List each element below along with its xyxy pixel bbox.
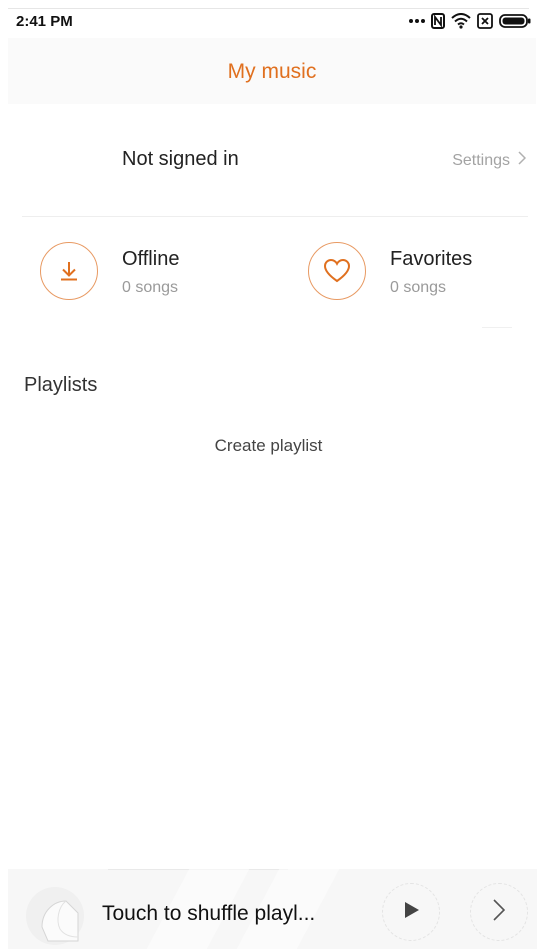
album-art-icon[interactable] bbox=[26, 887, 84, 945]
offline-count: 0 songs bbox=[122, 279, 179, 296]
offline-shortcut[interactable]: Offline 0 songs bbox=[40, 240, 270, 304]
create-playlist-button[interactable]: Create playlist bbox=[0, 436, 537, 456]
my-music-screen: 2:41 PM My music Not signed in Settings … bbox=[0, 0, 537, 949]
settings-link[interactable]: Settings bbox=[452, 151, 527, 170]
no-sim-icon bbox=[477, 13, 493, 29]
favorites-count: 0 songs bbox=[390, 279, 447, 296]
divider bbox=[22, 216, 528, 217]
status-bar: 2:41 PM bbox=[0, 0, 537, 32]
status-icons bbox=[409, 11, 531, 31]
settings-label: Settings bbox=[452, 151, 510, 169]
heart-icon bbox=[308, 242, 366, 300]
now-playing-text[interactable]: Touch to shuffle playl... bbox=[102, 902, 315, 926]
nfc-icon bbox=[431, 13, 445, 29]
status-time: 2:41 PM bbox=[16, 13, 73, 30]
app-header: My music bbox=[8, 38, 536, 104]
next-button[interactable] bbox=[470, 883, 528, 941]
play-button[interactable] bbox=[382, 883, 440, 941]
divider bbox=[482, 327, 512, 328]
chevron-right-icon bbox=[518, 151, 527, 170]
account-row[interactable]: Not signed in Settings bbox=[22, 120, 528, 216]
battery-icon bbox=[499, 13, 531, 29]
favorites-shortcut[interactable]: Favorites 0 songs bbox=[308, 240, 528, 304]
offline-title: Offline bbox=[122, 248, 180, 270]
favorites-title: Favorites bbox=[390, 248, 473, 270]
play-icon bbox=[401, 900, 421, 925]
playlists-heading: Playlists bbox=[24, 374, 98, 396]
more-dots-icon bbox=[409, 18, 425, 24]
wifi-icon bbox=[451, 13, 471, 29]
chevron-right-icon bbox=[493, 898, 506, 926]
mini-player[interactable]: Touch to shuffle playl... bbox=[8, 869, 537, 949]
download-icon bbox=[40, 242, 98, 300]
account-status[interactable]: Not signed in bbox=[122, 148, 239, 171]
status-divider bbox=[8, 8, 529, 9]
page-title: My music bbox=[227, 60, 317, 83]
